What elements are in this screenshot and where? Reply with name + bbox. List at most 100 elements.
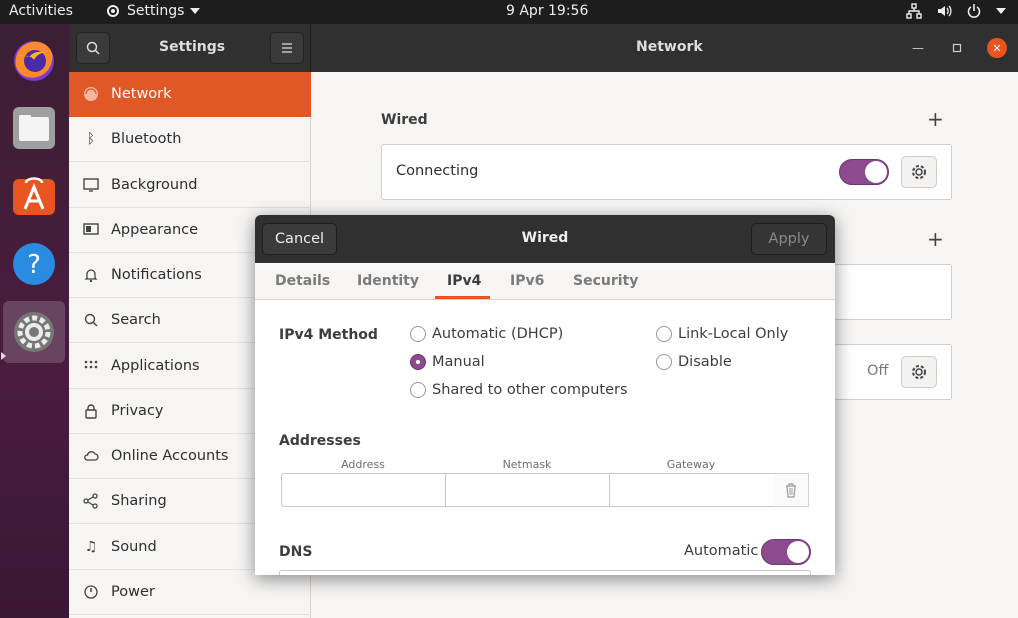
gateway-column-header: Gateway: [666, 458, 716, 471]
radio-shared[interactable]: Shared to other computers: [410, 382, 628, 398]
toggle-knob: [865, 161, 887, 183]
running-indicator: [1, 352, 6, 360]
netmask-column-header: Netmask: [502, 458, 552, 471]
share-icon: [83, 493, 98, 509]
address-input[interactable]: [281, 473, 446, 507]
maximize-icon: [952, 43, 962, 53]
sidebar-item-network[interactable]: Network: [69, 72, 311, 117]
sidebar-item-label: Sound: [111, 539, 157, 555]
tab-ipv4[interactable]: IPv4: [447, 273, 481, 289]
chevron-down-icon: [190, 8, 201, 14]
system-tray[interactable]: [906, 3, 1006, 19]
sidebar-item-label: Applications: [111, 358, 200, 374]
radio-label: Automatic (DHCP): [432, 326, 564, 342]
toggle-knob: [787, 541, 809, 563]
help-icon: ?: [13, 243, 55, 285]
sidebar-item-label: Sharing: [111, 493, 167, 509]
dns-automatic-toggle[interactable]: [761, 539, 811, 565]
wired-settings-button[interactable]: [901, 156, 937, 188]
radio-label: Shared to other computers: [432, 382, 628, 398]
cloud-icon: [84, 451, 99, 461]
wired-section-title: Wired: [381, 112, 428, 128]
close-button[interactable]: ✕: [987, 38, 1007, 58]
sidebar-item-bluetooth[interactable]: ᛒ Bluetooth: [69, 117, 311, 162]
radio-indicator: [410, 354, 426, 370]
sidebar-item-label: Privacy: [111, 403, 164, 419]
gear-icon: [912, 365, 926, 379]
sidebar-item-background[interactable]: Background: [69, 163, 311, 208]
search-icon: [84, 313, 98, 327]
radio-manual[interactable]: Manual: [410, 354, 485, 370]
netmask-input[interactable]: [445, 473, 610, 507]
add-vpn-button[interactable]: +: [927, 227, 944, 251]
radio-label: Link-Local Only: [678, 326, 789, 342]
software-store-icon: [13, 177, 55, 215]
music-note-icon: ♫: [84, 539, 98, 555]
dock-firefox[interactable]: [3, 29, 65, 91]
search-button[interactable]: [76, 32, 110, 64]
menu-button[interactable]: [270, 32, 304, 64]
grid-icon: [84, 360, 98, 369]
ipv4-method-label: IPv4 Method: [279, 327, 378, 343]
dock-files[interactable]: [3, 97, 65, 159]
radio-label: Disable: [678, 354, 732, 370]
radio-link-local-only[interactable]: Link-Local Only: [656, 326, 788, 342]
close-icon: ✕: [992, 41, 1002, 55]
wired-status: Connecting: [396, 163, 479, 179]
power-icon: [84, 585, 98, 599]
sidebar-item-label: Power: [111, 584, 155, 600]
dock-software[interactable]: [3, 165, 65, 227]
radio-indicator: [410, 382, 426, 398]
app-menu[interactable]: Settings: [105, 3, 201, 19]
dns-automatic-label: Automatic: [684, 543, 759, 559]
sidebar-item-label: Notifications: [111, 267, 202, 283]
sidebar-item-label: Bluetooth: [111, 131, 182, 147]
maximize-button[interactable]: [947, 38, 967, 58]
dock-help[interactable]: ?: [3, 233, 65, 295]
proxy-settings-button[interactable]: [901, 356, 937, 388]
sidebar-item-power[interactable]: Power: [69, 570, 311, 615]
appearance-icon: [83, 223, 99, 235]
header-bar: Settings Network — ✕: [69, 24, 1018, 72]
dialog-header: Cancel Wired Apply: [255, 215, 835, 263]
sidebar-item-label: Network: [111, 86, 172, 102]
volume-icon: [938, 5, 952, 17]
apply-button[interactable]: Apply: [751, 223, 827, 255]
radio-label: Manual: [432, 354, 485, 370]
bluetooth-icon: ᛒ: [86, 131, 96, 147]
sidebar-header: Settings: [69, 24, 311, 72]
panel-title: Network: [636, 39, 703, 55]
dock: ?: [0, 24, 69, 618]
firefox-icon: [14, 41, 54, 81]
clock[interactable]: 9 Apr 19:56: [506, 3, 588, 19]
sidebar-item-label: Background: [111, 177, 198, 193]
wired-toggle[interactable]: [839, 159, 889, 185]
tab-details[interactable]: Details: [275, 273, 330, 289]
radio-automatic-dhcp[interactable]: Automatic (DHCP): [410, 326, 563, 342]
gateway-input[interactable]: [609, 473, 774, 507]
network-wired-icon: [906, 3, 922, 19]
gear-icon: [107, 5, 119, 17]
dns-label: DNS: [279, 544, 313, 560]
search-icon: [86, 41, 100, 55]
activities-button[interactable]: Activities: [9, 3, 73, 19]
add-wired-button[interactable]: +: [927, 107, 944, 131]
radio-disable[interactable]: Disable: [656, 354, 732, 370]
hamburger-icon: [282, 43, 292, 53]
tab-ipv6[interactable]: IPv6: [510, 273, 544, 289]
plus-icon: +: [927, 227, 944, 251]
tab-identity[interactable]: Identity: [357, 273, 419, 289]
minimize-button[interactable]: —: [908, 38, 928, 58]
bell-icon: [84, 269, 98, 283]
sidebar-item-label: Appearance: [111, 222, 199, 238]
settings-gear-icon: [14, 312, 54, 352]
active-tab-indicator: [435, 296, 490, 299]
dialog-title: Wired: [521, 230, 569, 246]
trash-icon: [785, 483, 796, 498]
dns-entry[interactable]: [279, 570, 811, 575]
delete-address-button[interactable]: [773, 473, 809, 507]
wired-dialog: Cancel Wired Apply Details Identity IPv4…: [255, 215, 835, 575]
address-column-header: Address: [341, 458, 385, 471]
dock-settings[interactable]: [3, 301, 65, 363]
tab-security[interactable]: Security: [573, 273, 638, 289]
